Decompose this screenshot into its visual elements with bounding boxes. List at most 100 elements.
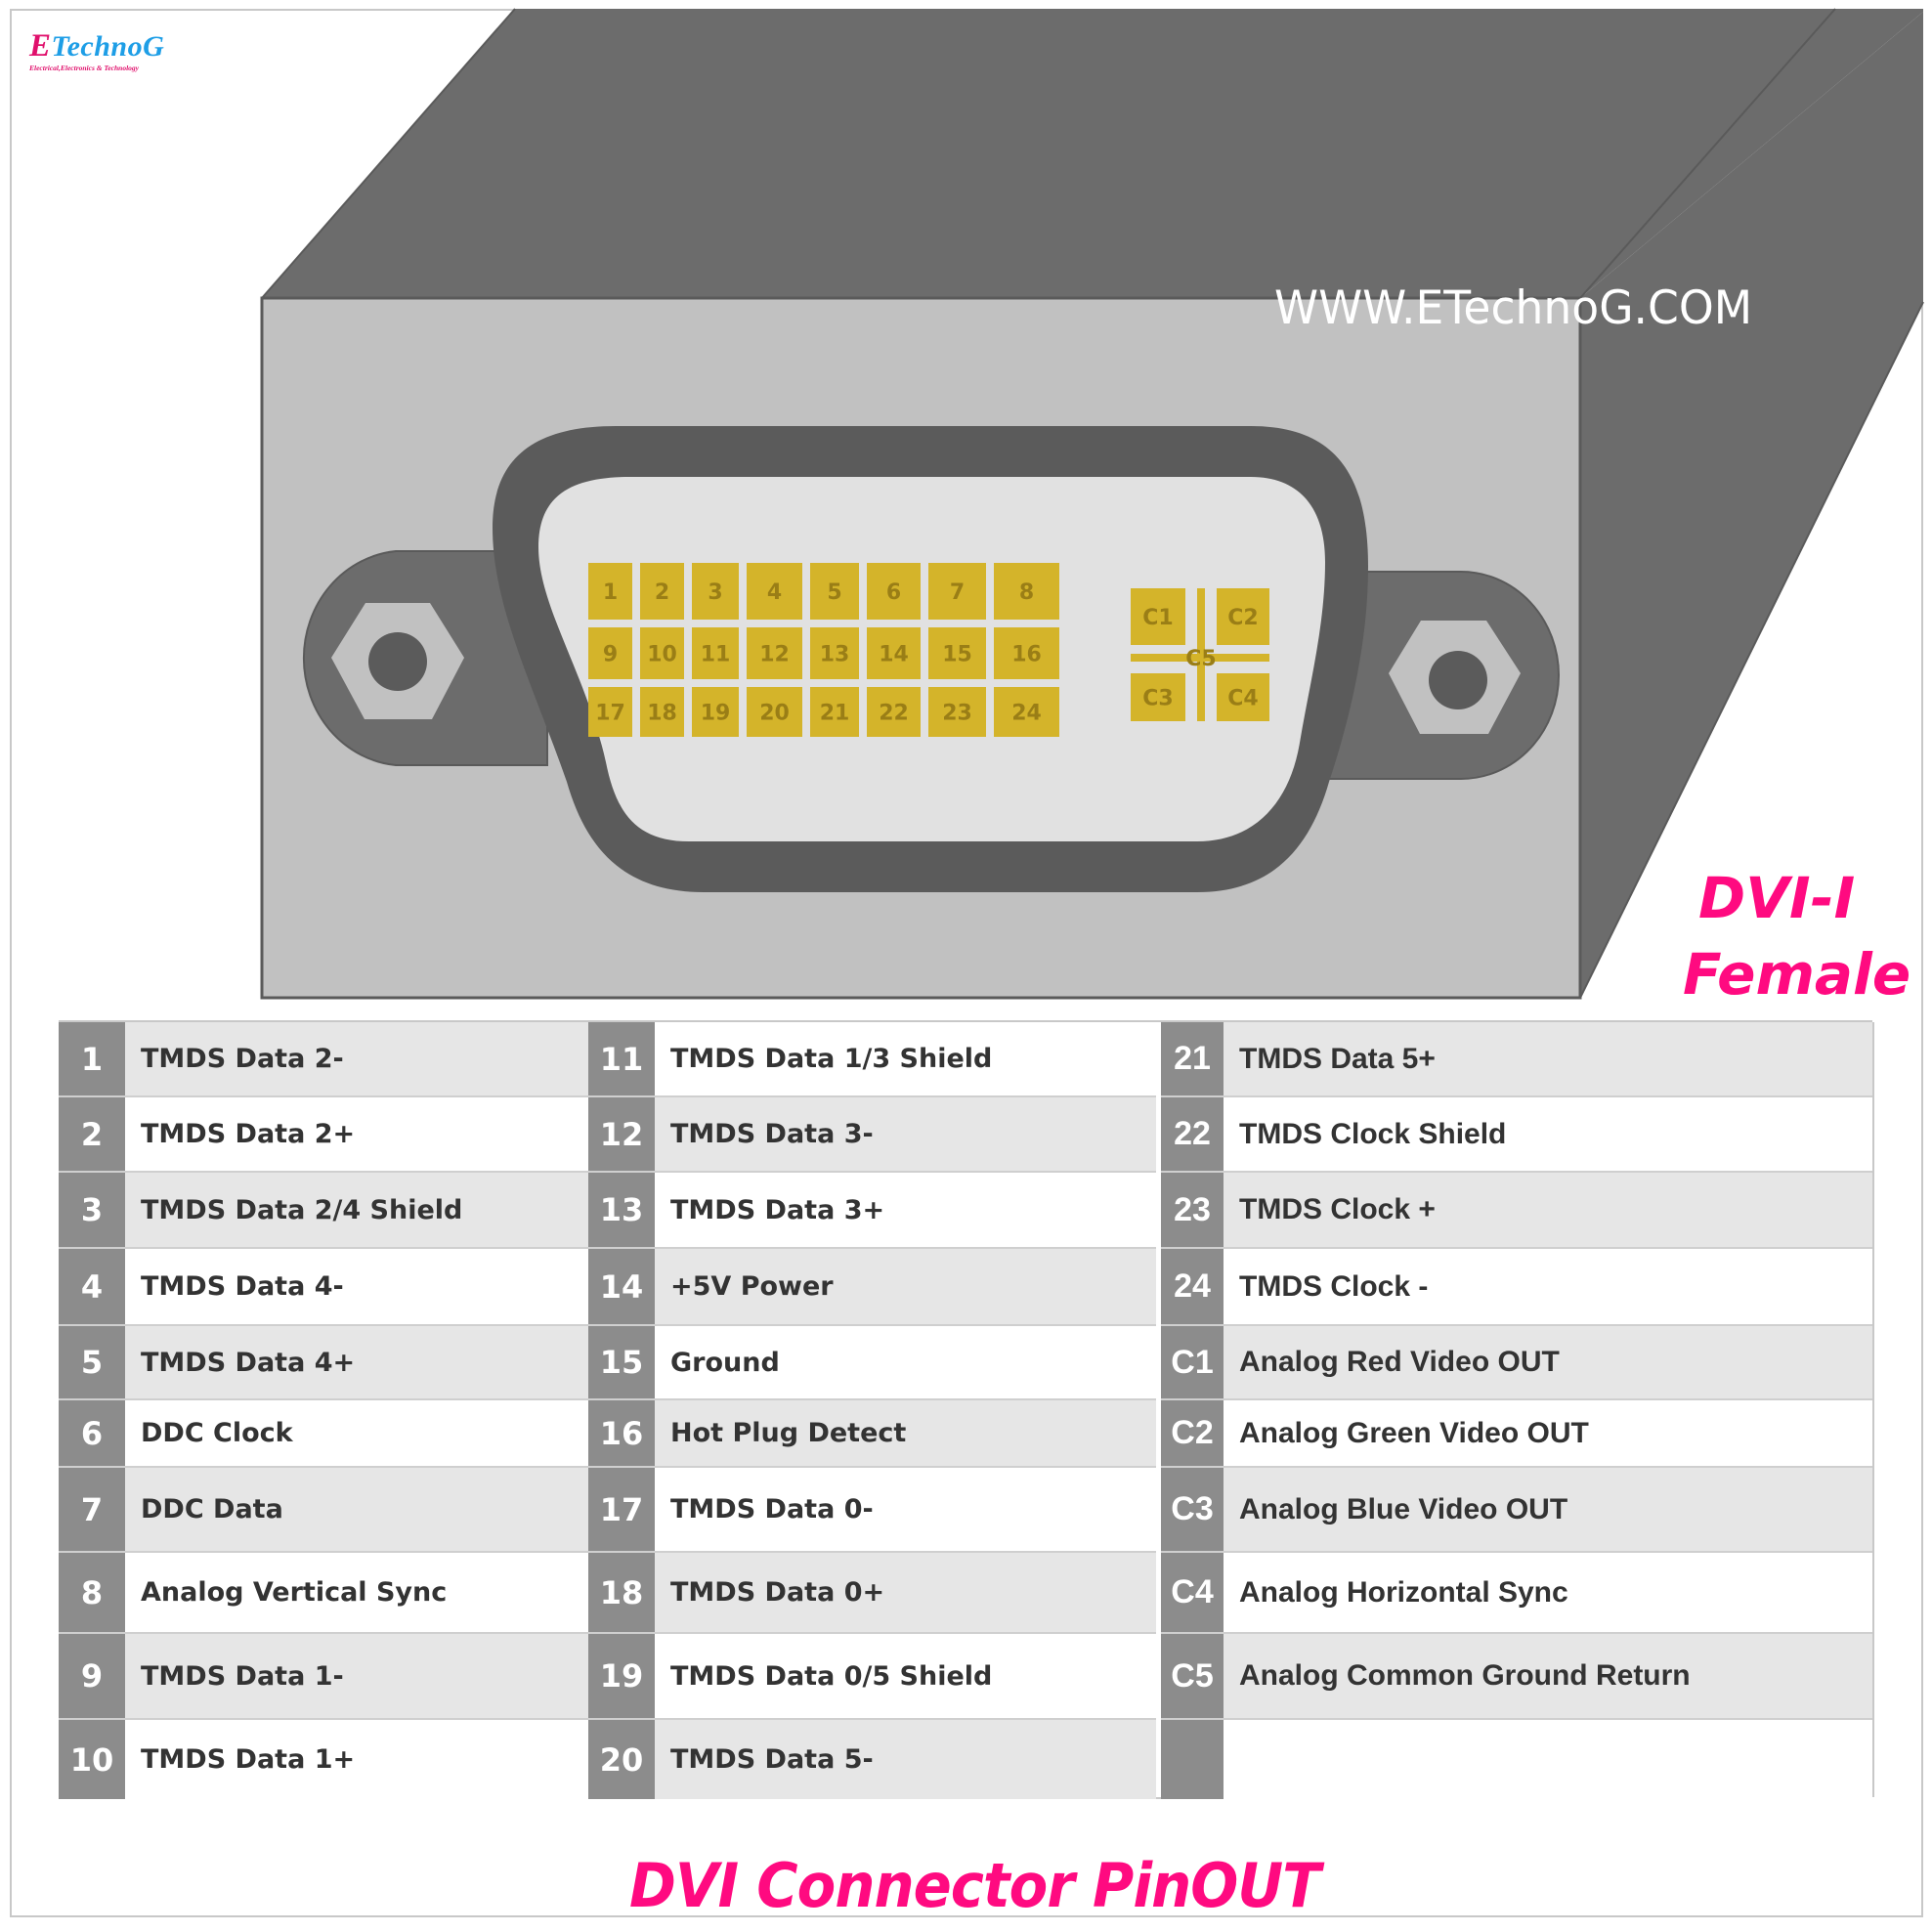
connector-type-label: DVI-I [1698,865,1856,931]
pin-label: 17 [595,702,625,726]
table-row [1161,1720,1872,1799]
pin-number: C4 [1161,1553,1224,1632]
connector-gender-label: Female [1683,941,1911,1008]
table-row: C5 Analog Common Ground Return [1161,1634,1872,1720]
pin-number: 20 [588,1720,655,1799]
pin-number: 18 [588,1553,655,1632]
pin-signal: Analog Red Video OUT [1239,1346,1560,1378]
pin-label: 1 [603,580,618,605]
pin-label: 11 [701,643,731,667]
pin-number: C2 [1161,1400,1224,1466]
table-row: 23 TMDS Clock + [1161,1173,1872,1249]
pin-number: C3 [1161,1468,1224,1551]
pin-signal: TMDS Data 2+ [141,1119,356,1149]
pin-signal: Analog Vertical Sync [141,1577,448,1608]
pinout-column-1: 1 TMDS Data 2- 2 TMDS Data 2+ 3 TMDS Data 2/4… [59,1022,588,1799]
pin-label: 23 [942,702,972,726]
pin-number: 9 [59,1634,125,1718]
table-row: 20 TMDS Data 5- [588,1720,1156,1799]
pin-signal: TMDS Data 2- [141,1044,344,1074]
pin-signal: Analog Green Video OUT [1239,1416,1589,1449]
pin-number: 12 [588,1097,655,1171]
table-row: 5 TMDS Data 4+ [59,1326,588,1400]
pin-number: 6 [59,1400,125,1466]
pin-signal [1224,1720,1872,1799]
pin-label: 21 [820,702,850,726]
table-row: 3 TMDS Data 2/4 Shield [59,1173,588,1249]
pin-signal: TMDS Data 0- [670,1494,874,1524]
analog-pin-group: C1 C2 C3 C4 C5 [1131,588,1269,721]
pin-number: 13 [588,1173,655,1247]
pin-number: 7 [59,1468,125,1551]
pin-number: 11 [588,1022,655,1095]
pin-signal: TMDS Data 4- [141,1271,344,1302]
pin-signal: TMDS Data 1- [141,1660,344,1692]
pin-label: C1 [1142,606,1173,630]
table-row: 9 TMDS Data 1- [59,1634,588,1720]
pin-label: 12 [759,643,790,667]
pin-signal: TMDS Data 3- [670,1119,874,1149]
table-row: 24 TMDS Clock - [1161,1249,1872,1326]
pin-signal: Analog Common Ground Return [1239,1659,1691,1692]
pin-number: 14 [588,1249,655,1324]
pin-number: 2 [59,1097,125,1171]
pinout-column-3: 21 TMDS Data 5+ 22 TMDS Clock Shield 23 TMDS … [1161,1022,1874,1799]
pin-label: 5 [827,580,841,605]
pin-signal: TMDS Data 0+ [670,1577,885,1608]
pin-number: 3 [59,1173,125,1247]
pin-signal: TMDS Data 5+ [1239,1042,1436,1075]
pin-label: C4 [1227,687,1258,711]
table-row: C1 Analog Red Video OUT [1161,1326,1872,1400]
pin-number: 16 [588,1400,655,1466]
pin-signal: TMDS Clock + [1239,1193,1436,1225]
pin-number: 15 [588,1326,655,1398]
pin-number: 24 [1161,1249,1224,1324]
pin-signal: TMDS Data 4+ [141,1347,356,1378]
pin-label: 24 [1011,702,1042,726]
pin-signal: TMDS Data 5- [670,1744,874,1775]
pin-number: 22 [1161,1097,1224,1171]
pin-label: 7 [950,580,965,605]
pin-number: 4 [59,1249,125,1324]
pin-number: 21 [1161,1022,1224,1095]
pin-label: 2 [655,580,669,605]
table-row: 11 TMDS Data 1/3 Shield [588,1022,1156,1097]
table-row: 18 TMDS Data 0+ [588,1553,1156,1634]
pin-number: 1 [59,1022,125,1095]
table-row: 2 TMDS Data 2+ [59,1097,588,1173]
pin-label: C3 [1142,687,1173,711]
pin-signal: TMDS Clock - [1239,1269,1429,1303]
pin-label: 6 [886,580,901,605]
table-row: C3 Analog Blue Video OUT [1161,1468,1872,1553]
pin-label: C2 [1227,606,1258,630]
table-row: 14 +5V Power [588,1249,1156,1326]
pin-number: 17 [588,1468,655,1551]
table-row: C4 Analog Horizontal Sync [1161,1553,1872,1634]
table-row: 19 TMDS Data 0/5 Shield [588,1634,1156,1720]
pin-label: 8 [1019,580,1034,605]
pin-signal: Analog Horizontal Sync [1239,1575,1568,1609]
table-row: 6 DDC Clock [59,1400,588,1468]
pin-label: 22 [879,702,909,726]
table-row: 10 TMDS Data 1+ [59,1720,588,1799]
right-screw-hole-icon [1429,651,1487,709]
pin-label: 15 [942,643,972,667]
pin-signal: Ground [670,1347,780,1378]
pin-signal: DDC Clock [141,1418,293,1448]
website-watermark: WWW.ETechnoG.COM [1274,281,1753,335]
pin-number [1161,1720,1224,1799]
table-row: 22 TMDS Clock Shield [1161,1097,1872,1173]
table-row: 8 Analog Vertical Sync [59,1553,588,1634]
logo-tagline: Electrical,Electronics & Technology [29,64,140,72]
pin-number: 23 [1161,1173,1224,1247]
pin-signal: +5V Power [670,1271,834,1302]
table-row: 21 TMDS Data 5+ [1161,1022,1872,1097]
pin-signal: TMDS Data 1+ [141,1744,356,1775]
table-row: C2 Analog Green Video OUT [1161,1400,1872,1468]
pin-signal: TMDS Data 3+ [670,1194,885,1225]
table-row: 15 Ground [588,1326,1156,1400]
table-row: 12 TMDS Data 3- [588,1097,1156,1173]
pin-label: 20 [759,702,790,726]
pin-label: 3 [708,580,722,605]
logo-letter-e: E [29,28,52,64]
